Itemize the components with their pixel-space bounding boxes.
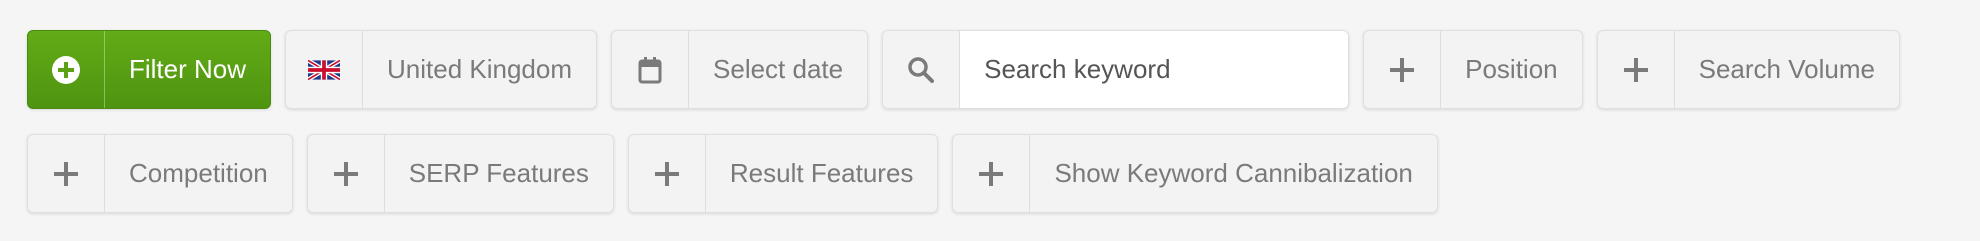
plus-icon: [1390, 57, 1415, 82]
date-icon-cell: [612, 31, 690, 108]
keyword-cannibalization-button[interactable]: Show Keyword Cannibalization: [952, 134, 1438, 213]
country-selector[interactable]: United Kingdom: [285, 30, 598, 109]
serp-features-label: SERP Features: [408, 158, 589, 188]
plus-icon: [54, 161, 78, 186]
country-icon-cell: [286, 31, 364, 108]
plus-icon: [654, 161, 679, 186]
filter-row-2: Competition SERP Features Result Feature…: [27, 134, 1438, 213]
position-label: Position: [1465, 54, 1558, 84]
search-icon-cell[interactable]: [883, 31, 961, 108]
uk-flag-icon: [308, 59, 341, 80]
filter-now-button[interactable]: Filter Now: [27, 30, 272, 109]
serp-features-icon-cell: [308, 135, 385, 212]
search-volume-icon-cell: [1598, 31, 1675, 108]
filter-now-label: Filter Now: [129, 54, 247, 84]
cannibalization-icon-cell: [953, 135, 1031, 212]
search-icon: [908, 56, 935, 83]
search-volume-label: Search Volume: [1698, 54, 1875, 84]
serp-features-filter-button[interactable]: SERP Features: [306, 134, 614, 213]
competition-filter-button[interactable]: Competition: [27, 134, 293, 213]
result-features-label: Result Features: [729, 158, 914, 188]
position-icon-cell: [1364, 31, 1442, 108]
result-features-icon-cell: [629, 135, 706, 212]
search-input[interactable]: [960, 31, 1349, 108]
date-label: Select date: [713, 54, 844, 84]
result-features-filter-button[interactable]: Result Features: [627, 134, 939, 213]
circle-plus-icon: [52, 55, 80, 84]
filter-row-1: Filter Now United Kingdom Select date Se…: [27, 30, 1900, 109]
plus-icon: [1623, 57, 1648, 82]
competition-label: Competition: [129, 158, 268, 188]
search-volume-filter-button[interactable]: Search Volume: [1596, 30, 1900, 109]
cannibalization-label: Show Keyword Cannibalization: [1054, 158, 1413, 188]
date-selector[interactable]: Select date: [611, 30, 869, 109]
filter-now-icon-cell: [28, 31, 105, 108]
competition-icon-cell: [28, 135, 105, 212]
plus-icon: [979, 161, 1004, 186]
calendar-icon: [638, 56, 662, 83]
country-label: United Kingdom: [387, 54, 573, 84]
keyword-search: [882, 30, 1350, 109]
plus-icon: [333, 161, 358, 186]
position-filter-button[interactable]: Position: [1363, 30, 1583, 109]
